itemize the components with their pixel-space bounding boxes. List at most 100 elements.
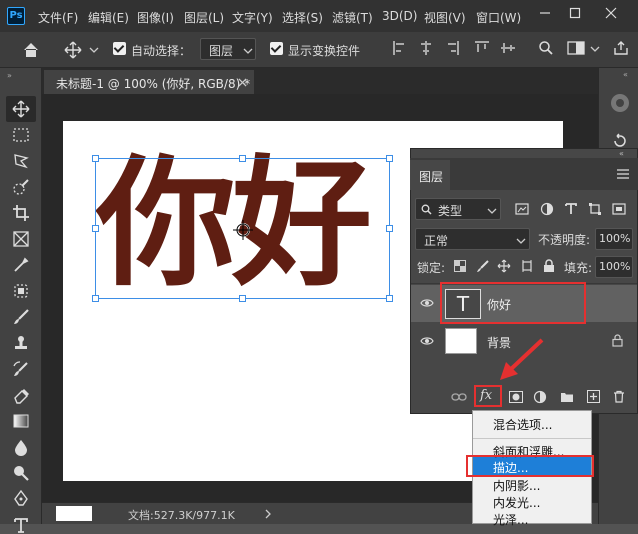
annotation-highlight-layer xyxy=(440,282,586,324)
align-center-icon[interactable] xyxy=(418,40,434,56)
chevron-down-icon xyxy=(487,208,497,214)
tab-layers[interactable]: 图层 xyxy=(410,160,450,190)
align-middle-icon[interactable] xyxy=(500,40,516,56)
reference-point-icon[interactable] xyxy=(232,219,254,241)
opacity-value: 100% xyxy=(599,232,631,245)
menu-3d[interactable]: 3D(D) xyxy=(382,9,417,23)
gradient-tool-icon[interactable] xyxy=(12,412,30,430)
menu-item-blending-options[interactable]: 混合选项... xyxy=(493,416,552,433)
tools-panel: » xyxy=(0,68,42,533)
chevron-down-icon[interactable] xyxy=(89,46,99,54)
close-tab-icon[interactable] xyxy=(238,78,247,87)
crop-tool-icon[interactable] xyxy=(12,204,30,222)
type-tool-icon[interactable] xyxy=(12,516,30,534)
lock-icon xyxy=(612,334,623,347)
dodge-tool-icon[interactable] xyxy=(12,464,30,482)
photoshop-logo-icon: Ps xyxy=(7,7,25,25)
share-icon[interactable] xyxy=(612,40,630,56)
fill-input[interactable]: 100% xyxy=(595,256,633,278)
menu-file[interactable]: 文件(F) xyxy=(38,9,78,26)
menu-image[interactable]: 图像(I) xyxy=(137,9,174,26)
align-right-icon[interactable] xyxy=(444,40,460,56)
lock-artboard-icon[interactable] xyxy=(520,259,534,273)
pen-tool-icon[interactable] xyxy=(12,490,30,508)
layer-filter-dropdown[interactable]: 类型 xyxy=(415,198,501,220)
transform-handle[interactable] xyxy=(386,225,393,232)
zoom-field[interactable] xyxy=(56,506,92,521)
menu-bar: Ps 文件(F) 编辑(E) 图像(I) 图层(L) 文字(Y) 选择(S) 滤… xyxy=(0,0,638,32)
filter-shape-icon[interactable] xyxy=(588,202,602,216)
menu-filter[interactable]: 滤镜(T) xyxy=(332,9,373,26)
collapse-icon[interactable]: « xyxy=(619,149,624,158)
menu-item-satin[interactable]: 光泽... xyxy=(493,511,528,528)
transform-handle[interactable] xyxy=(92,155,99,162)
brush-tool-icon[interactable] xyxy=(12,308,30,326)
show-transform-checkbox[interactable] xyxy=(270,42,283,55)
align-top-icon[interactable] xyxy=(474,40,490,56)
menu-select[interactable]: 选择(S) xyxy=(282,9,323,26)
opacity-input[interactable]: 100% xyxy=(595,228,633,250)
transform-handle[interactable] xyxy=(239,155,246,162)
workspace-icon[interactable] xyxy=(567,40,585,56)
transform-handle[interactable] xyxy=(92,225,99,232)
lasso-tool-icon[interactable] xyxy=(12,152,30,170)
menu-item-inner-shadow[interactable]: 内阴影... xyxy=(493,477,540,494)
maximize-icon[interactable] xyxy=(568,6,582,20)
filter-pixel-icon[interactable] xyxy=(515,202,529,216)
transform-handle[interactable] xyxy=(386,295,393,302)
blend-mode-dropdown[interactable]: 正常 xyxy=(415,228,530,250)
lock-position-icon[interactable] xyxy=(497,259,511,273)
document-tab-title: 未标题-1 @ 100% (你好, RGB/8) * xyxy=(56,77,251,91)
menu-item-inner-glow[interactable]: 内发光... xyxy=(493,494,540,511)
link-layers-icon[interactable] xyxy=(451,391,467,403)
quick-select-tool-icon[interactable] xyxy=(12,178,30,196)
minimize-icon[interactable] xyxy=(538,6,552,20)
collapse-icon[interactable]: « xyxy=(623,70,628,79)
menu-window[interactable]: 窗口(W) xyxy=(476,9,521,26)
new-layer-icon[interactable] xyxy=(587,390,600,403)
filter-smart-object-icon[interactable] xyxy=(612,202,626,216)
eyedropper-tool-icon[interactable] xyxy=(12,256,30,274)
healing-brush-tool-icon[interactable] xyxy=(12,282,30,300)
fill-value: 100% xyxy=(599,260,631,273)
auto-select-label: 自动选择： xyxy=(131,44,192,58)
new-group-icon[interactable] xyxy=(560,391,574,403)
trash-icon[interactable] xyxy=(613,390,625,403)
search-icon[interactable] xyxy=(538,40,554,56)
frame-tool-icon[interactable] xyxy=(12,230,30,248)
eye-icon[interactable] xyxy=(420,336,434,346)
auto-select-value: 图层 xyxy=(209,44,234,58)
document-tab[interactable]: 未标题-1 @ 100% (你好, RGB/8) * xyxy=(44,70,254,94)
transform-handle[interactable] xyxy=(239,295,246,302)
marquee-tool-icon[interactable] xyxy=(12,126,30,144)
move-tool-icon[interactable] xyxy=(12,100,30,118)
blur-tool-icon[interactable] xyxy=(12,438,30,456)
close-icon[interactable] xyxy=(604,6,618,20)
menu-view[interactable]: 视图(V) xyxy=(424,9,466,26)
lock-all-icon[interactable] xyxy=(543,259,555,273)
transform-handle[interactable] xyxy=(92,295,99,302)
chevron-down-icon[interactable] xyxy=(590,45,600,53)
home-icon[interactable] xyxy=(22,41,40,59)
menu-edit[interactable]: 编辑(E) xyxy=(88,9,129,26)
lock-transparent-icon[interactable] xyxy=(454,260,466,272)
history-brush-tool-icon[interactable] xyxy=(12,360,30,378)
align-left-icon[interactable] xyxy=(392,40,408,56)
clone-stamp-tool-icon[interactable] xyxy=(12,334,30,352)
auto-select-checkbox[interactable] xyxy=(113,42,126,55)
panel-menu-icon[interactable] xyxy=(616,168,630,180)
auto-select-dropdown[interactable]: 图层 xyxy=(200,38,256,60)
color-wheel-icon[interactable] xyxy=(609,92,631,114)
eraser-tool-icon[interactable] xyxy=(12,386,30,404)
filter-adjustment-icon[interactable] xyxy=(540,202,554,216)
transform-handle[interactable] xyxy=(386,155,393,162)
menu-type[interactable]: 文字(Y) xyxy=(232,9,273,26)
lock-pixels-icon[interactable] xyxy=(476,259,490,273)
filter-type-icon[interactable] xyxy=(564,202,578,216)
annotation-highlight-stroke xyxy=(466,455,594,477)
menu-layer[interactable]: 图层(L) xyxy=(184,9,224,26)
eye-icon[interactable] xyxy=(420,298,434,308)
collapse-icon[interactable]: » xyxy=(7,71,12,80)
chevron-right-icon[interactable] xyxy=(264,509,272,519)
move-tool-icon[interactable] xyxy=(64,41,82,59)
